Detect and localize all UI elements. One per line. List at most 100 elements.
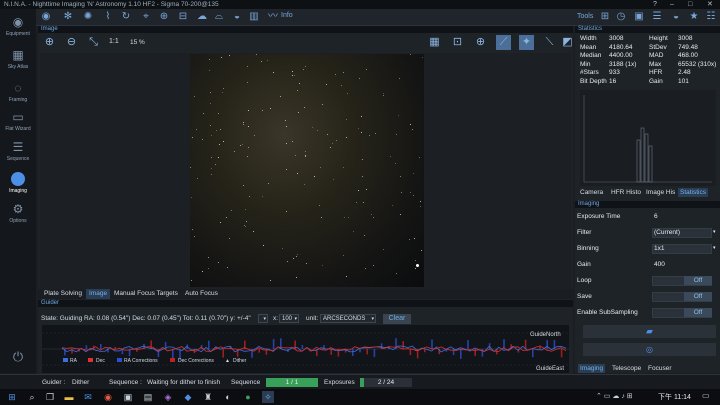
telescope-icon[interactable]: ⌖ [140,11,152,23]
loop-toggle[interactable]: Off [684,276,712,285]
star [246,156,248,158]
tab-camera[interactable]: Camera [578,188,605,197]
stat-value: 749.48 [678,43,698,51]
phd-icon[interactable]: ⊞ [599,11,611,23]
imaging-panel: Imaging [575,201,720,208]
star-icon[interactable]: ★ [688,11,700,23]
star [364,234,366,236]
star [334,73,336,75]
tab-plate-solving[interactable]: Plate Solving [41,289,85,299]
maximize-button[interactable]: □ [688,0,692,9]
fit-to-screen-icon[interactable]: ⤡ [86,35,101,50]
title-bar: N.I.N.A. - Nighttime Imaging 'N' Astrono… [0,0,720,9]
dome-icon[interactable]: ⌓ [213,11,225,23]
star-detect-icon[interactable]: ✦ [519,35,534,50]
image-toolbar: ⊕ ⊖ ⤡ 1:1 15 % ▦ ⊡ ⊕ ⟋ ✦ ⟍ ◩ [38,33,573,53]
help-icon[interactable]: ? [653,0,657,9]
sidebar-item-sequence[interactable]: ☰ Sequence [0,140,36,162]
focuser-icon[interactable]: ⌇ [102,11,114,23]
app-icon[interactable]: ● [242,391,254,403]
app-icon[interactable]: ◆ [182,391,194,403]
tab-statistics[interactable]: Statistics [678,188,709,197]
plate-solve-icon[interactable]: ◩ [560,35,575,50]
star [209,69,211,71]
filter-wheel-icon[interactable]: ✻ [62,11,74,23]
app-icon[interactable]: ◐ [222,391,234,403]
tab-imaging[interactable]: Imaging [578,364,606,373]
grid-icon[interactable]: ▦ [427,35,442,50]
tab-hfr-histo[interactable]: HFR Histo [609,188,643,197]
star [396,133,398,135]
chevron-down-icon[interactable]: ▾ [713,229,716,235]
polar-align-icon[interactable]: ◒ [670,11,682,23]
capture-button[interactable]: ▰ [583,325,716,338]
stat-label: MAD [649,52,664,59]
debayer-icon[interactable]: ⟍ [542,35,557,50]
crosshair-icon[interactable]: ⊕ [473,35,488,50]
live-view-button[interactable]: ◎ [583,343,716,356]
switch-icon[interactable]: ⊟ [177,11,189,23]
search-icon[interactable]: ⌕ [26,391,38,403]
tab-image-histogram[interactable]: Image His [644,188,677,197]
sidebar-item-framing[interactable]: ◌ Framing [0,81,36,103]
windows-start-icon[interactable]: ⊞ [6,391,18,403]
gain-input[interactable]: 400 [654,261,665,268]
tab-auto-focus[interactable]: Auto Focus [182,289,221,299]
tab-focuser[interactable]: Focuser [646,364,673,373]
zoom-out-icon[interactable]: ⊖ [64,35,79,50]
tab-manual-focus-targets[interactable]: Manual Focus Targets [111,289,181,299]
star [363,201,365,203]
rotator-icon[interactable]: ↻ [120,11,132,23]
exposure-input[interactable]: 6 [654,213,658,220]
star [228,54,230,56]
sidebar-item-options[interactable]: ⚙ Options [0,202,36,224]
app-icon[interactable]: ♜ [202,391,214,403]
minimize-button[interactable]: – [670,0,674,9]
unit-dropdown[interactable]: ARCSECONDS [320,314,376,323]
star [365,188,367,190]
tab-image[interactable]: Image [86,289,111,299]
sidebar-item-sky-atlas[interactable]: ▦ Sky Atlas [0,48,36,70]
camera-icon[interactable]: ◉ [40,11,52,23]
tab-telescope[interactable]: Telescope [610,364,643,373]
stretch-icon[interactable]: ⟋ [496,35,511,50]
terminal-icon[interactable]: ▤ [142,391,154,403]
info-label[interactable]: Info [281,12,293,19]
star [320,217,322,219]
star [362,175,364,177]
zoom-ratio-button[interactable]: 1:1 [109,38,119,45]
safety-icon[interactable]: ◒ [231,11,243,23]
save-toggle[interactable]: Off [684,292,712,301]
clear-button[interactable]: Clear [383,314,411,324]
close-button[interactable]: ✕ [707,0,713,9]
y-scale-dropdown[interactable] [258,314,268,323]
sidebar-item-equipment[interactable]: ◉ Equipment [0,15,36,37]
guider-icon[interactable]: ⊕ [158,11,170,23]
app-icon[interactable]: ◈ [162,391,174,403]
notes-icon[interactable]: ☰ [651,11,663,23]
chrome-icon[interactable]: ◉ [102,391,114,403]
sidebar-item-flat-wizard[interactable]: ▭ Flat Wizard [0,110,36,132]
info-icon[interactable]: 〰 [267,11,279,23]
star [219,222,221,224]
star [344,216,346,218]
crosshair-square-icon[interactable]: ⊡ [450,35,465,50]
sidebar-item-imaging[interactable]: Imaging [0,172,36,194]
hfr-graph-icon[interactable]: ▥ [248,11,260,23]
notification-icon[interactable]: ▭ [702,391,710,400]
subsampling-toggle[interactable]: Off [684,308,712,317]
app-icon[interactable]: ▣ [122,391,134,403]
history-icon[interactable]: ◷ [615,11,627,23]
flat-panel-icon[interactable]: ✺ [82,11,94,23]
chevron-down-icon[interactable]: ▾ [713,245,716,251]
weather-icon[interactable]: ☁ [196,11,208,23]
nina-taskbar-icon[interactable]: ✧ [262,391,274,403]
task-view-icon[interactable]: ❐ [44,391,56,403]
sky-survey-icon[interactable]: ▣ [633,11,645,23]
file-explorer-icon[interactable]: ▬ [63,391,75,403]
x-points-dropdown[interactable]: 100 [279,314,299,323]
zoom-in-icon[interactable]: ⊕ [42,35,57,50]
power-button[interactable]: ⏻ [0,350,36,366]
settings-list-icon[interactable]: ☷ [705,11,717,23]
mail-icon[interactable]: ✉ [82,391,94,403]
